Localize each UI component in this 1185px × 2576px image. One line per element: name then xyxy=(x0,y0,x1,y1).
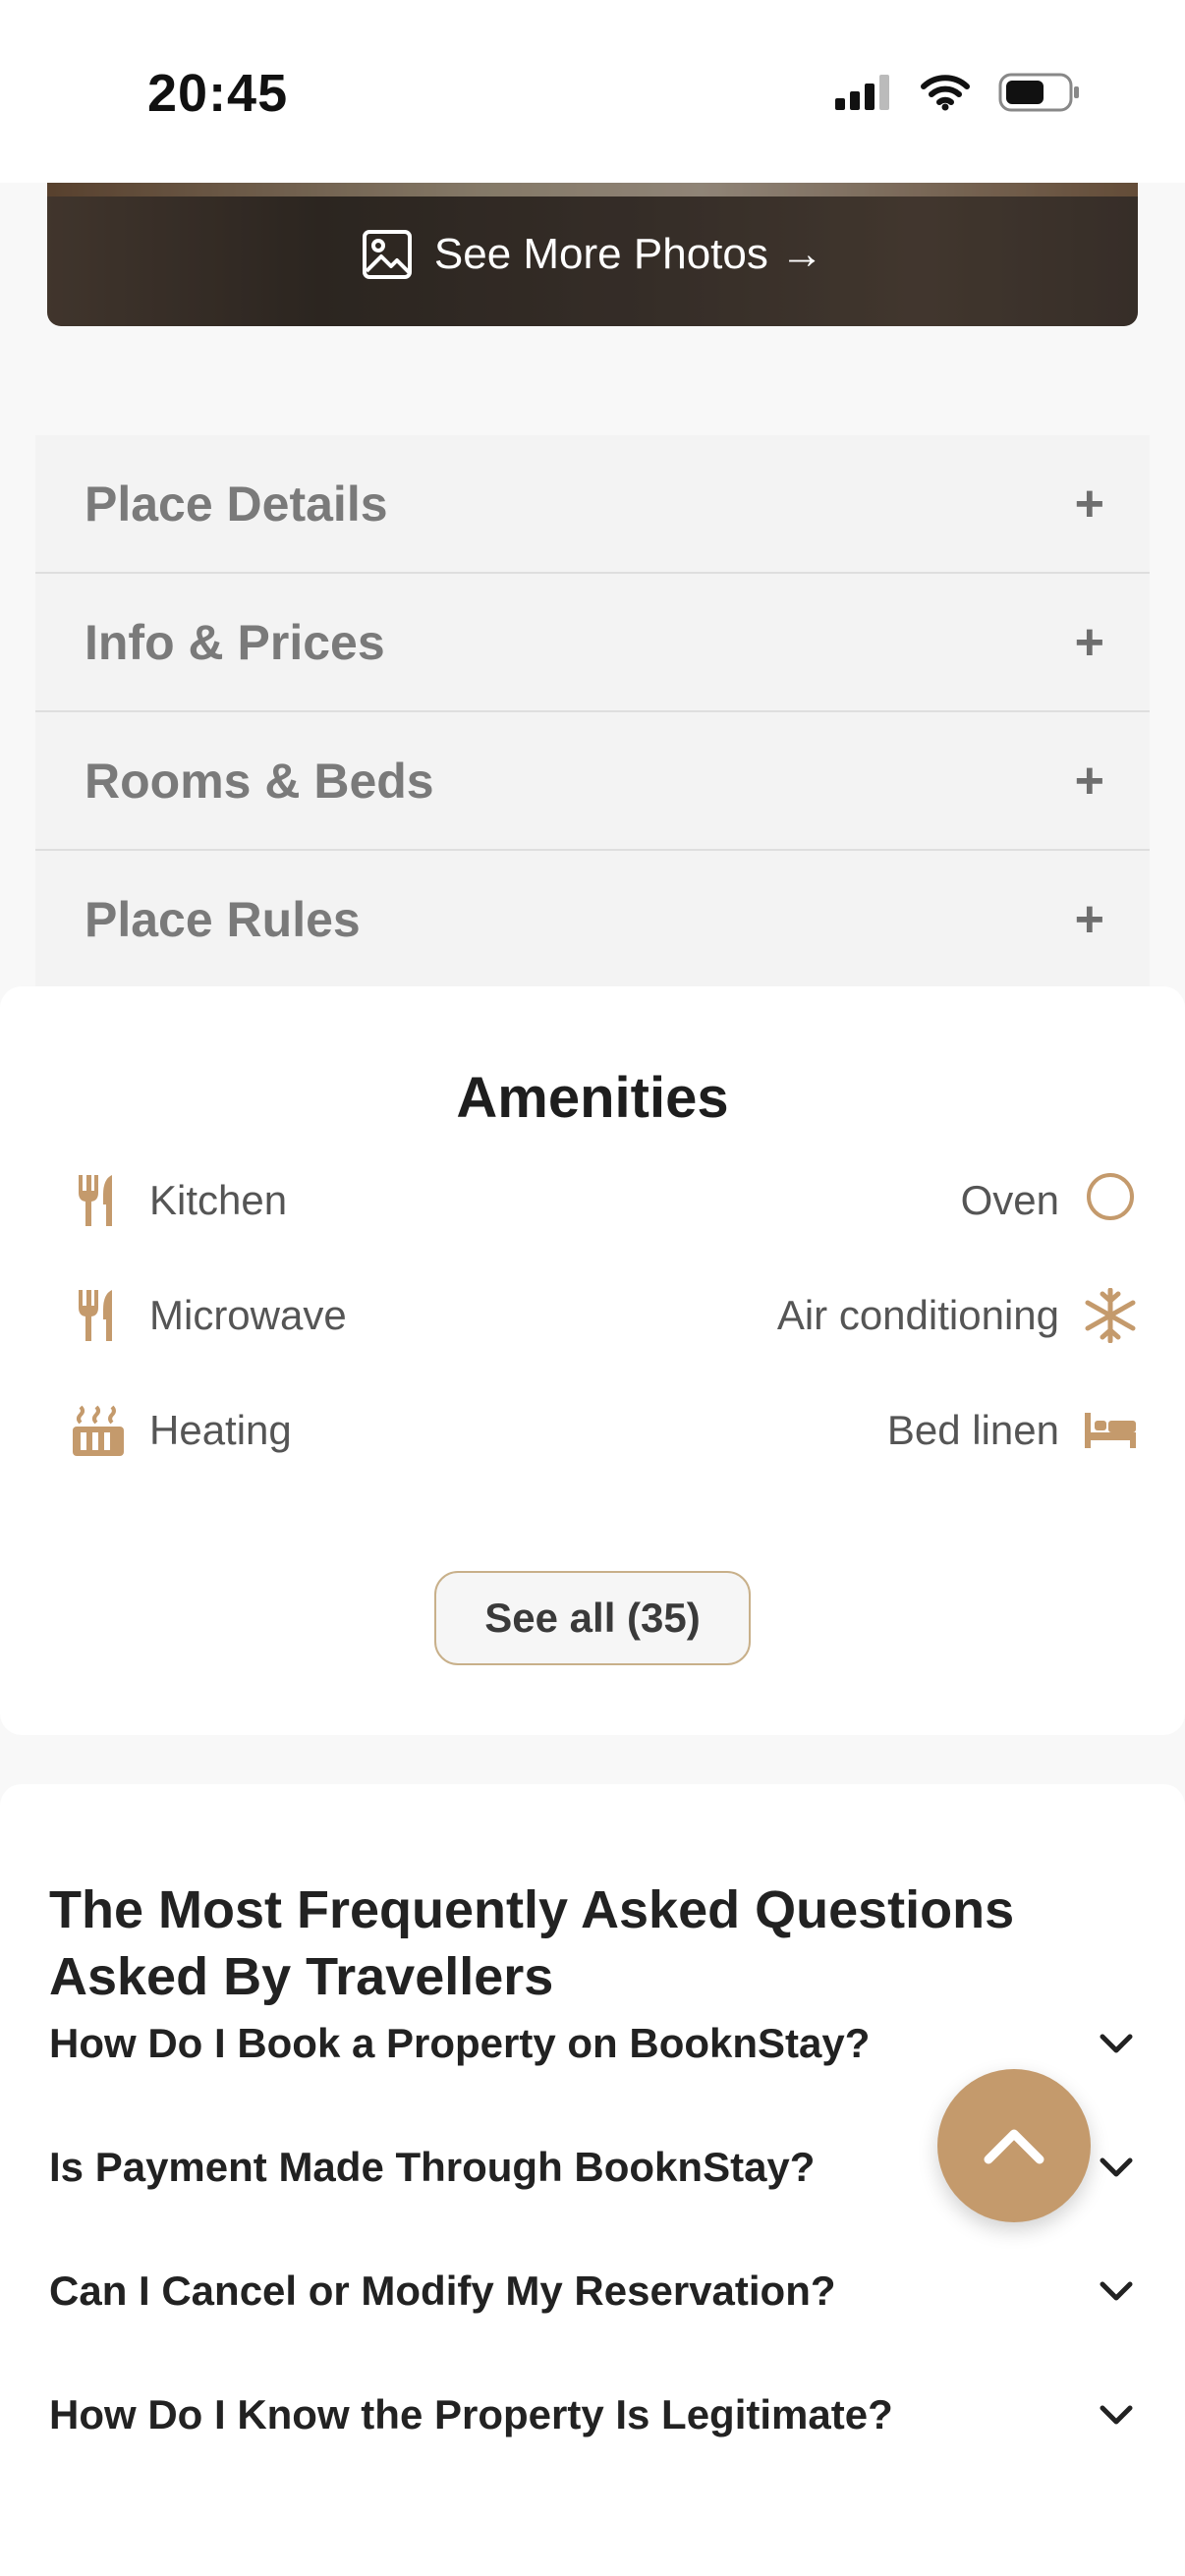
heater-icon xyxy=(71,1403,126,1458)
amenity-label: Oven xyxy=(960,1177,1059,1223)
plus-icon: + xyxy=(1074,891,1104,948)
circle-icon xyxy=(1083,1173,1138,1228)
amenity-heating: Heating xyxy=(71,1403,292,1458)
amenity-bed-linen: Bed linen xyxy=(887,1403,1138,1458)
plus-icon: + xyxy=(1074,475,1104,532)
faq-question: Is Payment Made Through BooknStay? xyxy=(49,2144,816,2190)
status-icons xyxy=(835,73,1081,112)
faq-question: How Do I Know the Property Is Legitimate… xyxy=(49,2391,893,2437)
snowflake-icon xyxy=(1083,1288,1138,1343)
amenity-label: Microwave xyxy=(149,1292,347,1338)
bed-icon xyxy=(1083,1403,1138,1458)
accordion-label: Rooms & Beds xyxy=(85,753,434,809)
scroll-to-top-button[interactable] xyxy=(937,2069,1091,2222)
amenity-label: Bed linen xyxy=(886,1407,1059,1453)
battery-icon xyxy=(998,73,1079,112)
faq-question: Can I Cancel or Modify My Reservation? xyxy=(49,2268,836,2314)
amenity-oven: Oven xyxy=(961,1173,1138,1228)
cellular-signal-icon xyxy=(835,75,889,110)
chevron-down-icon xyxy=(1097,2148,1136,2187)
faq-item[interactable]: How Do I Book a Property on BooknStay? xyxy=(49,2020,1136,2067)
faq-item[interactable]: Can I Cancel or Modify My Reservation? xyxy=(49,2268,1136,2315)
amenity-label: Air conditioning xyxy=(776,1292,1059,1338)
see-all-amenities-button[interactable]: See all (35) xyxy=(434,1571,751,1665)
amenity-kitchen: Kitchen xyxy=(71,1173,287,1228)
accordion-label: Info & Prices xyxy=(85,614,385,670)
accordion-label: Place Details xyxy=(85,476,388,532)
amenity-air-conditioning: Air conditioning xyxy=(777,1288,1138,1343)
chevron-down-icon xyxy=(1097,2395,1136,2435)
amenities-card: Amenities Kitchen Microwave Heating Oven… xyxy=(0,986,1185,1735)
plus-icon: + xyxy=(1074,613,1104,671)
faq-question: How Do I Book a Property on BooknStay? xyxy=(49,2020,871,2066)
accordion-rooms-beds[interactable]: Rooms & Beds + xyxy=(35,712,1150,851)
accordion-label: Place Rules xyxy=(85,892,361,947)
see-more-photos-button[interactable]: See More Photos → xyxy=(47,183,1138,326)
amenity-label: Heating xyxy=(149,1407,292,1453)
photo-banner: See More Photos → xyxy=(47,183,1138,326)
status-time: 20:45 xyxy=(147,64,289,123)
chevron-down-icon xyxy=(1097,2024,1136,2063)
chevron-down-icon xyxy=(1097,2271,1136,2311)
wifi-icon xyxy=(921,75,970,111)
accordion-info-prices[interactable]: Info & Prices + xyxy=(35,574,1150,712)
status-bar: 20:45 xyxy=(0,0,1185,183)
accordion-place-rules[interactable]: Place Rules + xyxy=(35,851,1150,988)
utensils-icon xyxy=(71,1173,126,1228)
image-icon xyxy=(362,230,412,279)
chevron-up-icon xyxy=(984,2129,1044,2164)
plus-icon: + xyxy=(1074,752,1104,810)
place-info-accordion: Place Details + Info & Prices + Rooms & … xyxy=(35,435,1150,988)
faq-title: The Most Frequently Asked Questions Aske… xyxy=(49,1880,1015,2006)
utensils-icon xyxy=(71,1288,126,1343)
amenity-label: Kitchen xyxy=(149,1177,288,1223)
amenity-microwave: Microwave xyxy=(71,1288,347,1343)
amenities-title: Amenities xyxy=(456,1066,729,1130)
faq-item[interactable]: How Do I Know the Property Is Legitimate… xyxy=(49,2391,1136,2438)
accordion-place-details[interactable]: Place Details + xyxy=(35,435,1150,574)
see-more-photos-label: See More Photos → xyxy=(433,230,824,278)
